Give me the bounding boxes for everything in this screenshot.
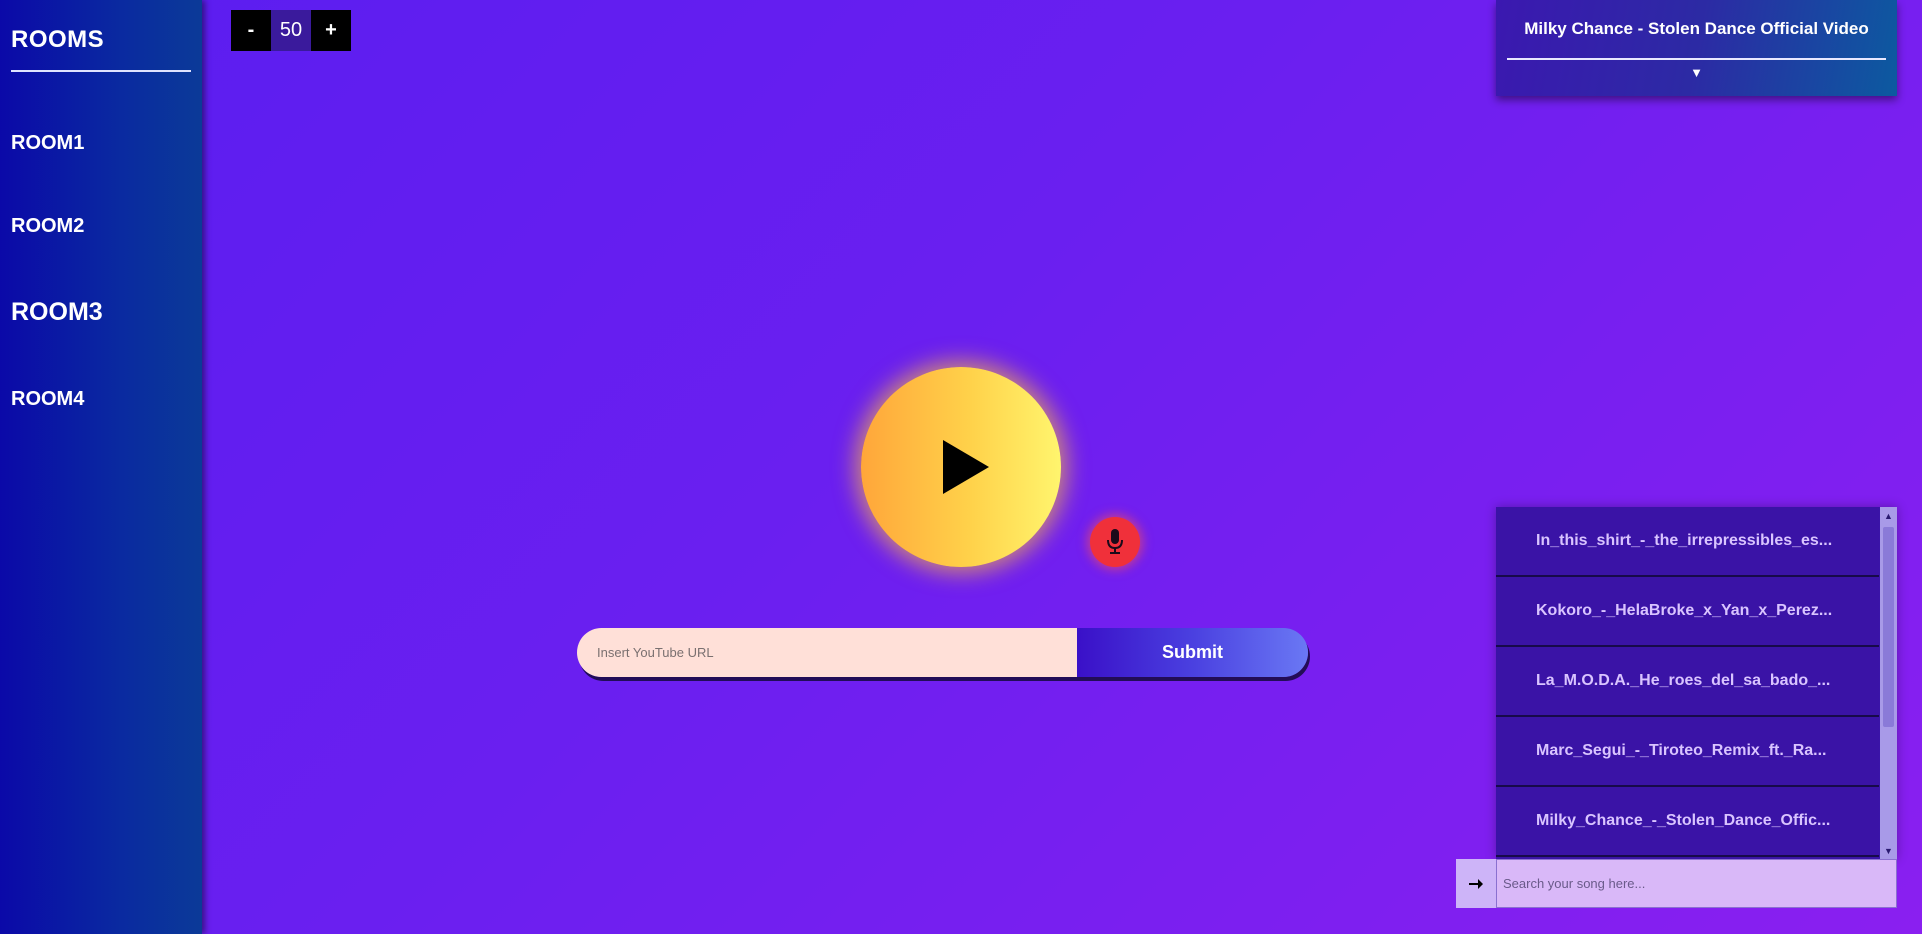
song-list-scrollbar[interactable]: ▲ ▼ xyxy=(1880,507,1897,859)
song-list-item[interactable]: In_this_shirt_-_the_irrepressibles_es... xyxy=(1496,507,1879,577)
scroll-up-icon[interactable]: ▲ xyxy=(1880,507,1897,524)
microphone-button[interactable] xyxy=(1090,517,1140,567)
youtube-url-input[interactable] xyxy=(577,628,1077,677)
song-list-item[interactable]: Kokoro_-_HelaBroke_x_Yan_x_Perez... xyxy=(1496,577,1879,647)
volume-down-button[interactable]: - xyxy=(231,10,271,51)
sidebar-item-room3[interactable]: ROOM3 xyxy=(11,298,103,327)
search-go-button[interactable] xyxy=(1456,859,1496,908)
song-list-item[interactable]: Milky_Chance_-_Stolen_Dance_Offic... xyxy=(1496,787,1879,857)
song-list-item[interactable]: La_M.O.D.A._He_roes_del_sa_bado_... xyxy=(1496,647,1879,717)
scroll-down-icon[interactable]: ▼ xyxy=(1880,842,1897,859)
sidebar-title: ROOMS xyxy=(11,26,105,53)
sidebar-item-room1[interactable]: ROOM1 xyxy=(11,132,84,155)
submit-button[interactable]: Submit xyxy=(1077,628,1308,677)
now-playing-divider xyxy=(1507,58,1886,60)
chevron-down-icon[interactable]: ▼ xyxy=(1496,65,1897,80)
microphone-icon xyxy=(1107,529,1123,554)
sidebar-item-room2[interactable]: ROOM2 xyxy=(11,215,84,238)
volume-control: - 50 + xyxy=(231,10,351,51)
sidebar-divider xyxy=(11,70,191,72)
volume-value: 50 xyxy=(271,10,311,51)
now-playing-title: Milky Chance - Stolen Dance Official Vid… xyxy=(1524,19,1869,38)
volume-up-button[interactable]: + xyxy=(311,10,351,51)
scrollbar-thumb[interactable] xyxy=(1883,527,1894,727)
song-list-item[interactable]: Marc_Segui_-_Tiroteo_Remix_ft._Ra... xyxy=(1496,717,1879,787)
sidebar-item-room4[interactable]: ROOM4 xyxy=(11,388,84,411)
now-playing-panel: Milky Chance - Stolen Dance Official Vid… xyxy=(1496,0,1897,96)
play-button[interactable] xyxy=(861,367,1061,567)
sidebar: ROOMS ROOM1 ROOM2 ROOM3 ROOM4 xyxy=(0,0,202,934)
song-list: In_this_shirt_-_the_irrepressibles_es...… xyxy=(1496,507,1897,859)
song-search-input[interactable] xyxy=(1496,859,1897,908)
arrow-right-icon xyxy=(1469,878,1483,889)
youtube-url-form: Submit xyxy=(577,628,1308,677)
play-icon xyxy=(943,440,989,494)
